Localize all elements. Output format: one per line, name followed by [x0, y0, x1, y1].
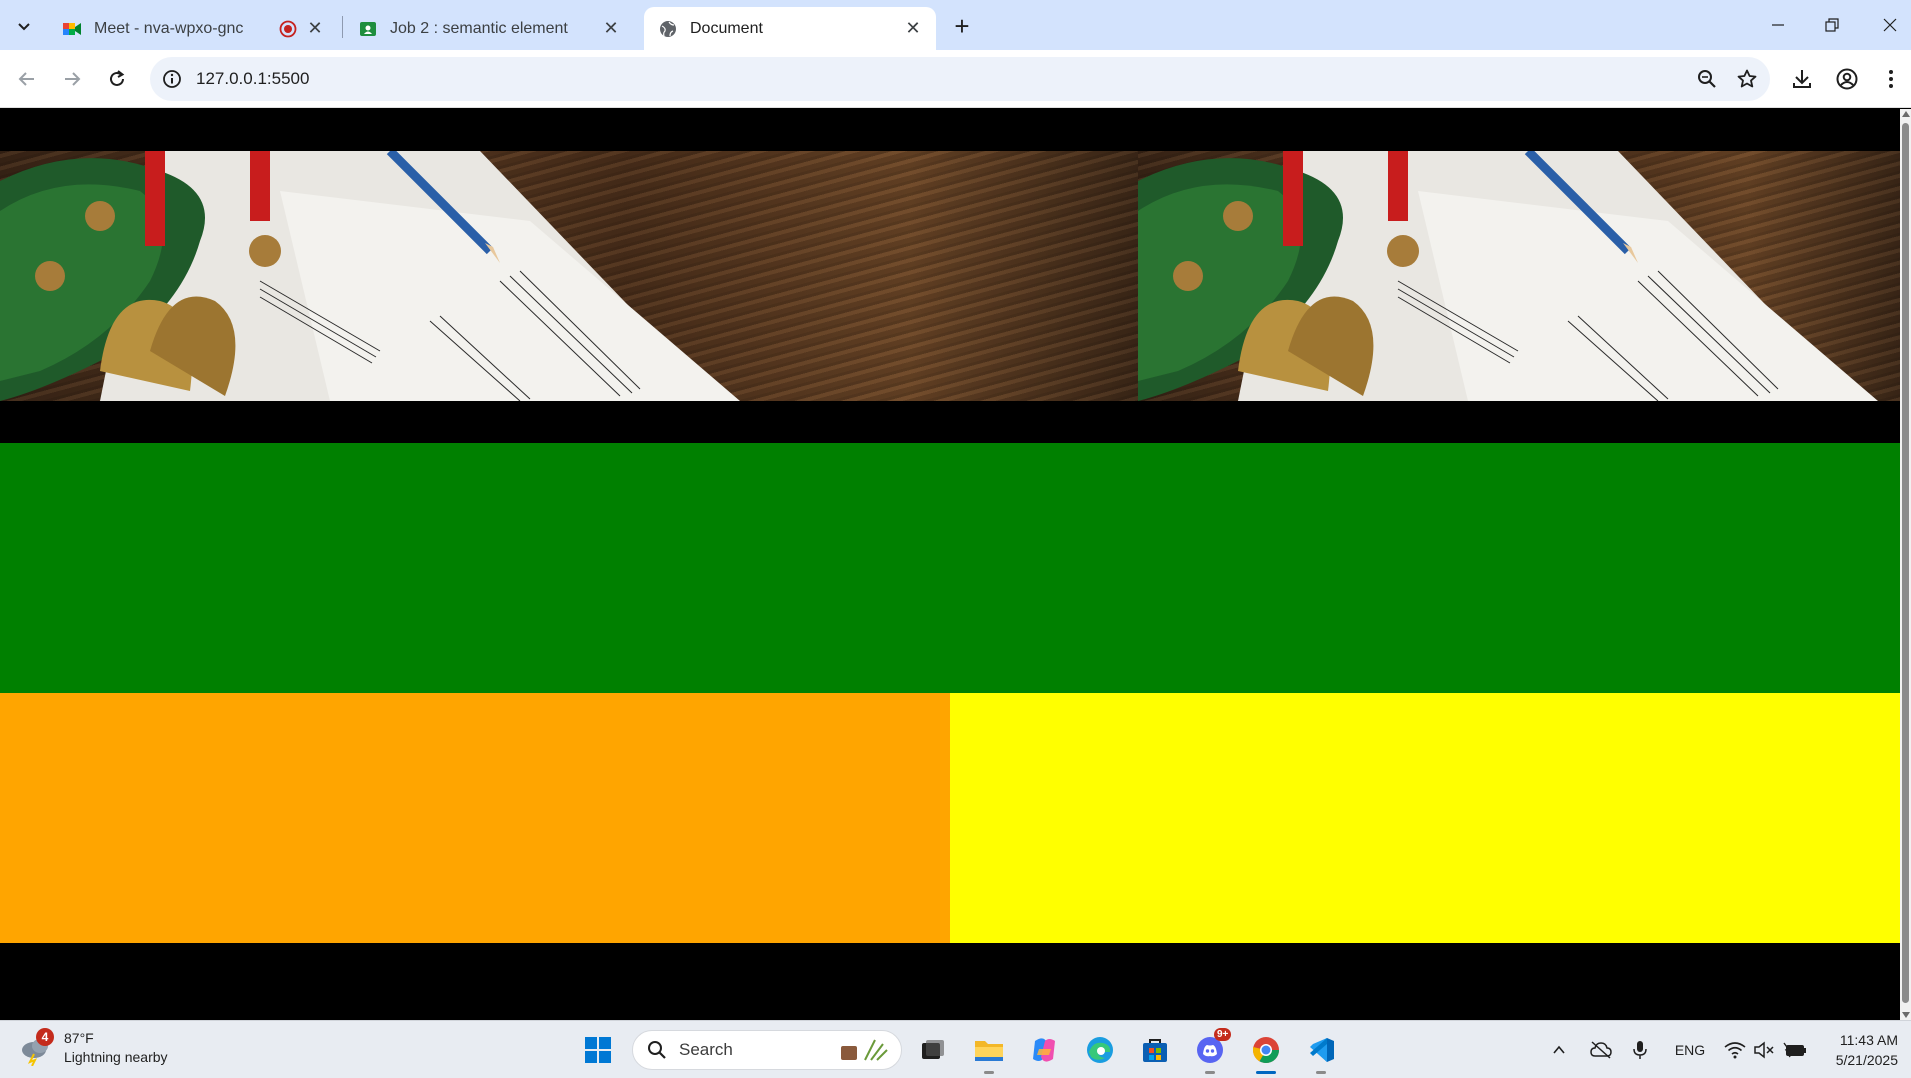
arrow-left-icon: [18, 72, 34, 86]
taskbar-app-chrome[interactable]: [1246, 1030, 1286, 1074]
storm-cloud-icon: 4: [18, 1028, 54, 1067]
reload-button[interactable]: [100, 62, 134, 96]
onedrive-tray-button[interactable]: [1589, 1037, 1613, 1063]
close-icon[interactable]: ✕: [902, 18, 924, 40]
downloads-button[interactable]: [1787, 64, 1817, 94]
microsoft-store-icon: [1143, 1039, 1167, 1062]
tab-search-button[interactable]: [8, 10, 40, 42]
scroll-down-icon[interactable]: [1902, 1012, 1910, 1018]
tab-document[interactable]: Document ✕: [644, 7, 936, 50]
taskbar-app-store[interactable]: [1135, 1030, 1175, 1070]
new-tab-button[interactable]: +: [946, 10, 978, 42]
windows-logo-icon: [585, 1037, 611, 1063]
tab-meet[interactable]: Meet - nva-wpxo-gnc ✕: [48, 7, 338, 50]
tab-strip: Meet - nva-wpxo-gnc ✕ Job 2 : semantic e…: [0, 0, 1911, 50]
minimize-button[interactable]: [1750, 0, 1806, 50]
chevron-up-icon: [1553, 1045, 1565, 1054]
microphone-icon: [1633, 1041, 1647, 1059]
back-button[interactable]: [10, 62, 44, 96]
search-highlight-icon: [841, 1039, 888, 1061]
browser-toolbar: 127.0.0.1:5500: [0, 50, 1911, 108]
bookmark-star-icon[interactable]: [1734, 66, 1760, 92]
download-icon: [1793, 70, 1811, 88]
wifi-icon: [1724, 1042, 1746, 1059]
close-icon[interactable]: ✕: [600, 18, 622, 40]
edge-icon: [1087, 1037, 1113, 1063]
tab-title: Document: [690, 19, 763, 37]
weather-condition: Lightning nearby: [64, 1049, 168, 1065]
tab-title: Job 2 : semantic element: [390, 19, 568, 37]
task-view-icon: [922, 1040, 944, 1059]
account-icon: [1836, 68, 1858, 90]
weather-temperature: 87°F: [64, 1030, 94, 1046]
address-bar[interactable]: 127.0.0.1:5500: [150, 57, 1770, 101]
restore-icon: [1825, 18, 1839, 32]
yellow-section: [950, 693, 1900, 943]
system-clock[interactable]: 11:43 AM 5/21/2025: [1822, 1030, 1898, 1070]
search-placeholder: Search: [679, 1040, 733, 1059]
speaker-muted-icon: [1754, 1041, 1774, 1059]
folder-icon: [975, 1041, 1003, 1061]
chrome-icon: [1252, 1037, 1280, 1064]
orange-section: [0, 693, 950, 943]
battery-tray-button[interactable]: [1782, 1037, 1808, 1063]
taskbar-app-vscode[interactable]: [1301, 1030, 1341, 1074]
google-classroom-icon: [358, 19, 378, 39]
clock-time: 11:43 AM: [1839, 1032, 1898, 1048]
browser-menu-button[interactable]: [1876, 64, 1906, 94]
globe-icon: [658, 19, 678, 39]
network-tray-button[interactable]: [1722, 1037, 1748, 1063]
recording-indicator-icon: [278, 19, 298, 39]
google-meet-icon: [62, 19, 82, 39]
taskbar: 4 87°F Lightning nearby Search 9+ ENG 11…: [0, 1020, 1911, 1078]
url-text[interactable]: 127.0.0.1:5500: [196, 69, 309, 89]
microphone-tray-button[interactable]: [1630, 1037, 1650, 1063]
taskbar-app-task-view[interactable]: [913, 1030, 953, 1070]
chevron-down-icon: [18, 23, 30, 31]
tab-classroom[interactable]: Job 2 : semantic element ✕: [344, 7, 634, 50]
close-icon[interactable]: ✕: [304, 18, 326, 40]
tab-divider: [342, 16, 343, 38]
taskbar-app-file-explorer[interactable]: [969, 1030, 1009, 1074]
scrollbar-thumb[interactable]: [1902, 123, 1909, 1003]
header-banner: [0, 151, 1900, 401]
taskbar-app-discord[interactable]: 9+: [1190, 1028, 1232, 1074]
taskbar-search[interactable]: Search: [632, 1030, 902, 1070]
tab-title: Meet - nva-wpxo-gnc: [94, 19, 244, 37]
start-button[interactable]: [578, 1030, 618, 1070]
search-icon: [648, 1041, 666, 1059]
notification-badge: 9+: [1214, 1028, 1232, 1041]
close-icon: [1883, 18, 1897, 32]
battery-charging-icon: [1783, 1042, 1806, 1058]
banner-image: [0, 151, 1138, 401]
site-info-icon[interactable]: [160, 67, 184, 91]
weather-widget[interactable]: 4 87°F Lightning nearby: [18, 1028, 168, 1067]
weather-alert-badge: 4: [36, 1028, 54, 1046]
page-viewport: [0, 109, 1900, 1020]
taskbar-app-edge[interactable]: [1080, 1030, 1120, 1070]
clock-date: 5/21/2025: [1835, 1052, 1898, 1068]
cloud-off-icon: [1590, 1041, 1612, 1059]
copilot-icon: [1033, 1038, 1055, 1062]
show-hidden-icons-button[interactable]: [1548, 1037, 1570, 1063]
vscode-icon: [1310, 1038, 1334, 1062]
close-window-button[interactable]: [1862, 0, 1911, 50]
input-language[interactable]: ENG: [1672, 1037, 1708, 1063]
restore-button[interactable]: [1804, 0, 1860, 50]
more-vertical-icon: [1889, 70, 1893, 88]
profile-button[interactable]: [1832, 64, 1862, 94]
minimize-icon: [1772, 24, 1784, 26]
banner-image: [1138, 151, 1900, 401]
arrow-right-icon: [65, 72, 81, 86]
zoom-icon[interactable]: [1694, 66, 1720, 92]
green-section: [0, 443, 1900, 693]
taskbar-app-copilot[interactable]: [1024, 1030, 1064, 1070]
forward-button[interactable]: [55, 62, 89, 96]
reload-icon: [110, 70, 125, 86]
scroll-up-icon[interactable]: [1902, 111, 1910, 117]
volume-tray-button[interactable]: [1752, 1037, 1776, 1063]
page-scrollbar[interactable]: [1900, 109, 1911, 1020]
